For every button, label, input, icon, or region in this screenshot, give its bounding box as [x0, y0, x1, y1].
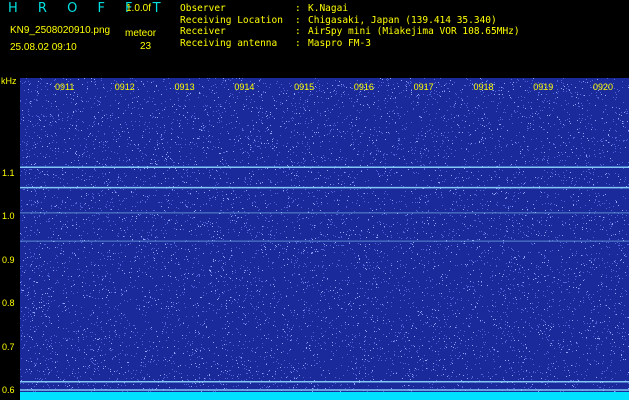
x-tick-label: 0916	[353, 82, 374, 92]
bottom-band	[20, 392, 629, 400]
info-value: Chigasaki, Japan (139.414 35.340)	[308, 14, 497, 26]
y-tick-label: 1.1	[2, 167, 15, 178]
x-tick-label: 0915	[294, 82, 315, 92]
info-key: Receiver	[180, 26, 226, 37]
spectrogram	[20, 78, 629, 400]
info-value: K.Nagai	[308, 3, 349, 14]
station-info: Observer: K.Nagai Receiving Location: Chig…	[180, 3, 520, 49]
x-tick-label: 0919	[533, 82, 554, 92]
info-key: Observer	[180, 3, 226, 14]
y-tick-label: 0.9	[2, 254, 15, 265]
y-tick-label: 0.8	[2, 298, 15, 309]
info-row-observer: Observer: K.Nagai	[180, 3, 520, 15]
x-tick-label: 0911	[55, 82, 75, 92]
x-tick-label: 0912	[114, 82, 135, 92]
x-tick-label: 0913	[174, 82, 195, 92]
info-row-location: Receiving Location: Chigasaki, Japan (139…	[180, 15, 520, 27]
info-separator: :	[295, 37, 301, 49]
info-value: AirSpy mini (Miakejima VOR 108.65MHz)	[308, 26, 520, 37]
spectrogram-background	[20, 78, 629, 400]
y-tick-label: 1.0	[2, 211, 15, 222]
x-tick-label: 0918	[473, 82, 494, 92]
file-name: KN9_2508020910.png	[10, 25, 111, 36]
x-tick-label: 0920	[593, 82, 614, 92]
x-tick-label: 0917	[413, 82, 434, 92]
header-panel: H R O F F T 1.0.0f KN9_2508020910.png 25…	[0, 0, 629, 76]
y-tick-label: 0.7	[2, 341, 15, 352]
info-key: Receiving antenna	[180, 37, 278, 49]
y-axis-unit: kHz	[1, 76, 17, 86]
file-datetime: 25.08.02 09:10	[10, 42, 77, 53]
info-row-receiver: Receiver: AirSpy mini (Miakejima VOR 108.…	[180, 26, 520, 38]
x-tick-label: 0914	[234, 82, 255, 92]
version-label: 1.0.0f	[126, 3, 152, 14]
info-value: Maspro FM-3	[308, 37, 371, 49]
info-key: Receiving Location	[180, 14, 283, 26]
y-tick-label: 0.6	[2, 385, 15, 396]
info-row-antenna: Receiving antenna: Maspro FM-3	[180, 38, 520, 50]
meteor-label: meteor	[125, 28, 157, 39]
info-separator: :	[295, 26, 301, 37]
meteor-count: 23	[140, 41, 152, 52]
info-separator: :	[295, 14, 301, 26]
info-separator: :	[295, 3, 301, 14]
